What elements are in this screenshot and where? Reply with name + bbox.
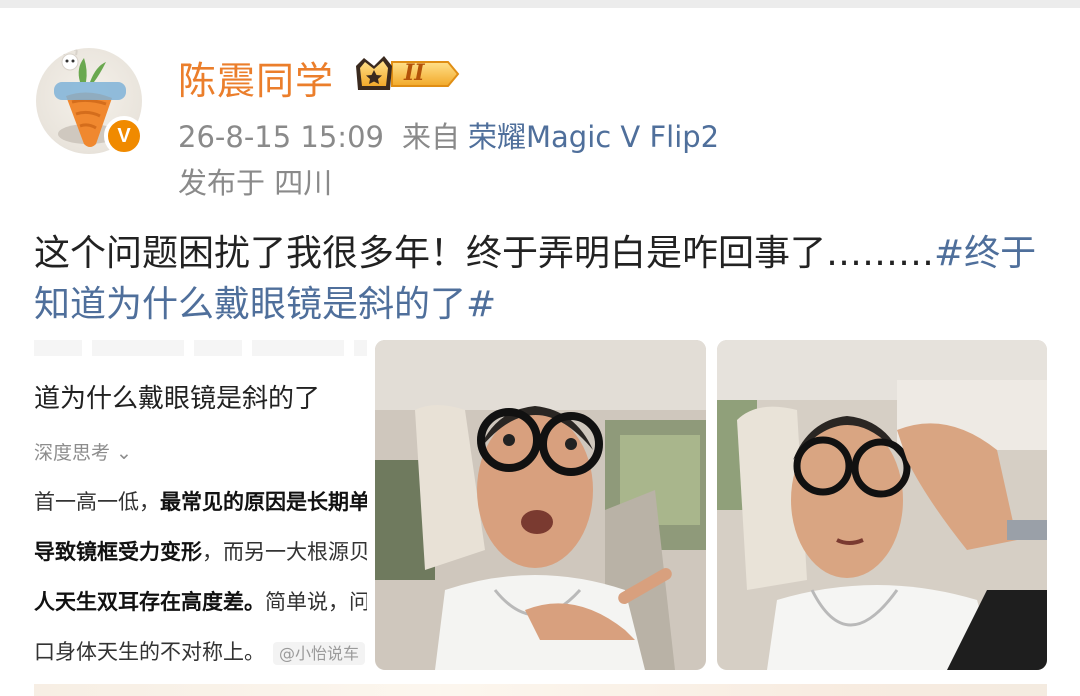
- article-line-2: 导致镜框受力变形，而另一大根源贝: [34, 536, 367, 566]
- device-link[interactable]: 荣耀Magic V Flip2: [468, 120, 719, 154]
- faded-header: [34, 340, 367, 356]
- post-image-3[interactable]: [717, 340, 1047, 670]
- source-prefix: 来自: [401, 120, 460, 154]
- selfie-photo-2: [717, 340, 1047, 670]
- article-line-2-plain: ，而另一大根源贝: [202, 540, 367, 564]
- selfie-photo-1: [375, 340, 706, 670]
- article-subtitle: 深度思考 ⌄: [34, 442, 132, 464]
- article-watermark: @小怡说车: [273, 642, 366, 665]
- post-time: 26-8-15 15:09: [178, 120, 384, 154]
- post-image-1[interactable]: 道为什么戴眼镜是斜的了 深度思考 ⌄ 首一高一低，最常见的原因是长期单 导致镜框…: [34, 340, 367, 670]
- article-line-1-plain: 首一高一低，: [34, 490, 160, 514]
- post-location: 发布于 四川: [178, 166, 333, 200]
- article-line-3-plain: 简单说，问: [265, 590, 367, 614]
- article-line-4: 口身体天生的不对称上。 @小怡说车: [34, 636, 366, 666]
- article-line-1-bold: 最常见的原因是长期单: [160, 490, 367, 514]
- next-row-preview: [34, 684, 1047, 696]
- post-body: 这个问题困扰了我很多年！终于弄明白是咋回事了………#终于知道为什么戴眼镜是斜的了…: [34, 228, 1050, 330]
- verified-icon: V: [104, 116, 144, 156]
- article-line-3: 人天生双耳存在高度差。简单说，问: [34, 586, 367, 616]
- top-bar: [0, 0, 1080, 8]
- vip-level-label: II: [404, 60, 425, 86]
- article-line-2-bold: 导致镜框受力变形: [34, 540, 202, 564]
- post-meta: 26-8-15 15:09 来自 荣耀Magic V Flip2: [178, 114, 719, 156]
- article-line-1: 首一高一低，最常见的原因是长期单: [34, 486, 367, 516]
- username[interactable]: 陈震同学: [178, 50, 334, 105]
- article-title: 道为什么戴眼镜是斜的了: [34, 384, 321, 414]
- post-text: 这个问题困扰了我很多年！终于弄明白是咋回事了………: [34, 233, 935, 274]
- post-image-2[interactable]: [375, 340, 706, 670]
- article-line-4-plain: 口身体天生的不对称上。: [34, 640, 265, 664]
- article-line-3-bold: 人天生双耳存在高度差。: [34, 590, 265, 614]
